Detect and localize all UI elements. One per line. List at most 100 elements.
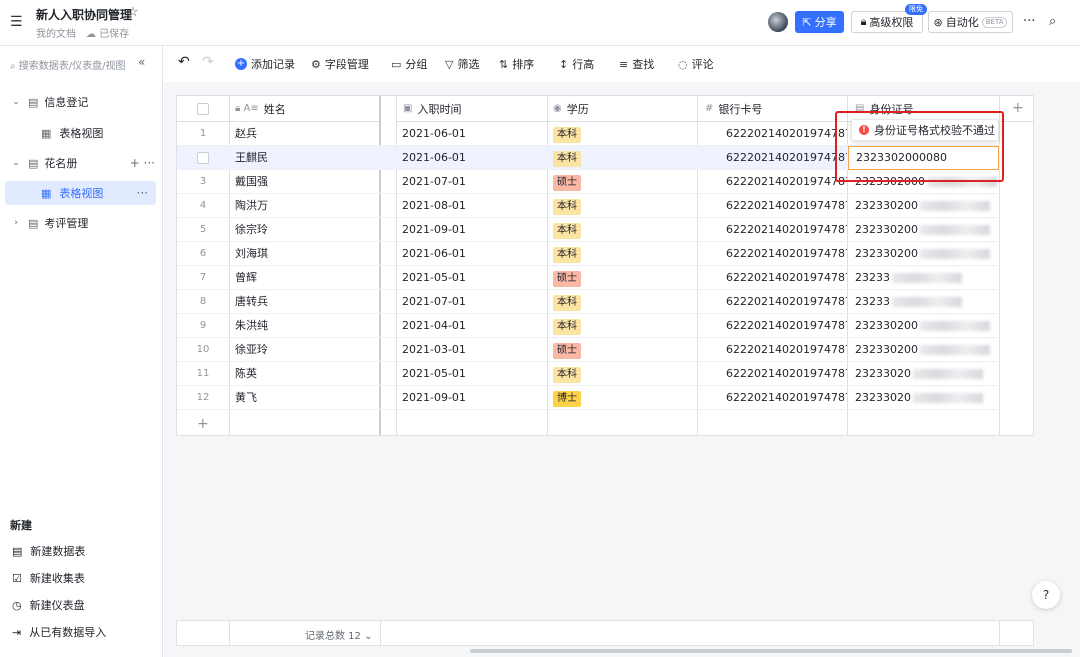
add-record-button[interactable]: + 添加记录 [235, 56, 295, 72]
name-cell[interactable]: 徐亚玲 [229, 338, 379, 362]
sidebar-item-roster[interactable]: ⌄ ▤ 花名册 + ··· [0, 151, 163, 175]
name-cell[interactable]: 陈英 [229, 362, 379, 386]
name-cell[interactable]: 曾辉 [229, 266, 379, 290]
table-row[interactable]: 12 黄飞 2021-09-01 博士 6222021402019747879 23233… [177, 386, 1000, 410]
help-button[interactable]: ? [1032, 581, 1060, 609]
id-number-cell[interactable]: 23233 [847, 290, 999, 314]
group-button[interactable]: ▭ 分组 [391, 56, 427, 72]
name-cell[interactable]: 唐转兵 [229, 290, 379, 314]
date-cell[interactable]: 2021-04-01 [396, 314, 547, 338]
education-cell[interactable]: 硕士 [547, 338, 697, 362]
field-manage-button[interactable]: ⚙ 字段管理 [311, 56, 369, 72]
education-cell[interactable]: 本科 [547, 218, 697, 242]
date-cell[interactable]: 2021-06-01 [396, 122, 547, 146]
import-data-button[interactable]: ⇥ 从已有数据导入 [12, 623, 106, 641]
filter-button[interactable]: ▽ 筛选 [445, 56, 479, 72]
name-cell[interactable]: 朱洪纯 [229, 314, 379, 338]
name-cell[interactable]: 刘海琪 [229, 242, 379, 266]
automation-button[interactable]: ⊛ 自动化 BETA [928, 11, 1013, 33]
sidebar-item-info-register[interactable]: ⌄ ▤ 信息登记 [0, 90, 163, 114]
sidebar-item-grid-view[interactable]: ▦ 表格视图 [0, 121, 163, 145]
table-row[interactable]: 9 朱洪纯 2021-04-01 本科 6222021402019747879 23233… [177, 314, 1000, 338]
education-cell[interactable]: 硕士 [547, 170, 697, 194]
education-cell[interactable]: 本科 [547, 122, 697, 146]
id-number-cell[interactable]: 23233020 [847, 386, 999, 410]
add-row-icon[interactable]: + [197, 416, 209, 432]
new-form-button[interactable]: ☑ 新建收集表 [12, 569, 85, 587]
bank-card-cell[interactable]: 6222021402019747879 [697, 314, 847, 338]
chevron-down-icon[interactable]: ⌄ [10, 97, 22, 107]
collapse-sidebar-icon[interactable]: « [138, 55, 145, 69]
bank-card-cell[interactable]: 6222021402019747879 [697, 290, 847, 314]
date-cell[interactable]: 2021-05-01 [396, 266, 547, 290]
header-select-all[interactable] [177, 96, 229, 122]
bank-card-cell[interactable]: 6222021402019747879 [697, 242, 847, 266]
bank-card-cell[interactable]: 6222021402019747879 [697, 122, 847, 146]
chevron-right-icon[interactable]: › [10, 218, 22, 228]
avatar[interactable] [768, 12, 788, 32]
row-height-button[interactable]: ↕ 行高 [559, 56, 594, 72]
id-number-cell[interactable]: 23233 [847, 266, 999, 290]
select-all-checkbox[interactable] [197, 103, 209, 115]
name-cell[interactable]: 徐宗玲 [229, 218, 379, 242]
education-cell[interactable]: 本科 [547, 314, 697, 338]
more-icon[interactable]: ··· [1023, 14, 1035, 29]
education-cell[interactable]: 本科 [547, 194, 697, 218]
id-number-cell[interactable]: 232330200 [847, 314, 999, 338]
redo-icon[interactable]: ↷ [202, 54, 214, 70]
education-cell[interactable]: 本科 [547, 242, 697, 266]
table-row[interactable]: 10 徐亚玲 2021-03-01 硕士 6222021402019747879 2323… [177, 338, 1000, 362]
id-number-cell[interactable]: 232330200 [847, 218, 999, 242]
horizontal-scrollbar[interactable] [470, 649, 1072, 653]
name-cell[interactable]: 赵兵 [229, 122, 379, 146]
id-number-cell[interactable]: 23233020 [847, 362, 999, 386]
star-icon[interactable]: ☆ [127, 5, 139, 20]
table-row[interactable]: 6 刘海琪 2021-06-01 本科 6222021402019747879 23233… [177, 242, 1000, 266]
education-cell[interactable]: 本科 [547, 290, 697, 314]
row-checkbox[interactable] [197, 152, 209, 164]
more-actions-icon[interactable]: ··· [137, 186, 148, 200]
add-more-actions[interactable]: + ··· [130, 156, 155, 170]
undo-icon[interactable]: ↶ [178, 54, 190, 70]
date-cell[interactable]: 2021-08-01 [396, 194, 547, 218]
doc-location[interactable]: 我的文档 [36, 25, 76, 40]
id-number-cell[interactable]: 232330200 [847, 338, 999, 362]
expand-menu-icon[interactable]: ☰ [10, 14, 28, 32]
sidebar-item-evaluation[interactable]: › ▤ 考评管理 [0, 211, 163, 235]
chevron-down-icon[interactable]: ⌄ [10, 158, 22, 168]
date-cell[interactable]: 2021-07-01 [396, 290, 547, 314]
table-row[interactable]: 7 曾辉 2021-05-01 硕士 6222021402019747879 23233 [177, 266, 1000, 290]
name-cell[interactable]: 戴国强 [229, 170, 379, 194]
date-cell[interactable]: 2021-09-01 [396, 218, 547, 242]
education-cell[interactable]: 硕士 [547, 266, 697, 290]
bank-card-cell[interactable]: 6222021402019747879 [697, 146, 847, 170]
sidebar-search-input[interactable]: ⌕ 搜索数据表/仪表盘/视图 [10, 57, 126, 72]
bank-card-cell[interactable]: 6222021402019747879 [697, 218, 847, 242]
id-number-cell[interactable]: 232330200 [847, 194, 999, 218]
new-dashboard-button[interactable]: ◷ 新建仪表盘 [12, 596, 85, 614]
table-row[interactable]: 4 陶洪万 2021-08-01 本科 6222021402019747879 23233… [177, 194, 1000, 218]
date-cell[interactable]: 2021-06-01 [396, 242, 547, 266]
add-column-icon[interactable]: + [1012, 100, 1024, 116]
bank-card-cell[interactable]: 6222021402019747879 [697, 170, 847, 194]
education-cell[interactable]: 本科 [547, 362, 697, 386]
column-header-card[interactable]: # 银行卡号 [697, 96, 847, 122]
bank-card-cell[interactable]: 6222021402019747879 [697, 266, 847, 290]
table-row[interactable]: 8 唐转兵 2021-07-01 本科 6222021402019747879 23233 [177, 290, 1000, 314]
column-header-education[interactable]: ◉ 学历 [547, 96, 697, 122]
column-header-name[interactable]: 🔒︎ A≡ 姓名 [229, 96, 379, 122]
bank-card-cell[interactable]: 6222021402019747879 [697, 338, 847, 362]
bank-card-cell[interactable]: 6222021402019747879 [697, 362, 847, 386]
date-cell[interactable]: 2021-06-01 [396, 146, 547, 170]
name-cell[interactable]: 黄飞 [229, 386, 379, 410]
date-cell[interactable]: 2021-09-01 [396, 386, 547, 410]
education-cell[interactable]: 博士 [547, 386, 697, 410]
share-button[interactable]: ⇱ 分享 [795, 11, 844, 33]
table-row[interactable]: 5 徐宗玲 2021-09-01 本科 6222021402019747879 23233… [177, 218, 1000, 242]
find-button[interactable]: ≡ 查找 [619, 56, 654, 72]
table-row[interactable]: 11 陈英 2021-05-01 本科 6222021402019747879 23233… [177, 362, 1000, 386]
id-number-input[interactable]: 2323302000080 [848, 146, 999, 170]
name-cell[interactable]: 陶洪万 [229, 194, 379, 218]
column-header-date[interactable]: ▣ 入职时间 [397, 96, 547, 122]
name-cell[interactable]: 王麒民 [229, 146, 379, 170]
